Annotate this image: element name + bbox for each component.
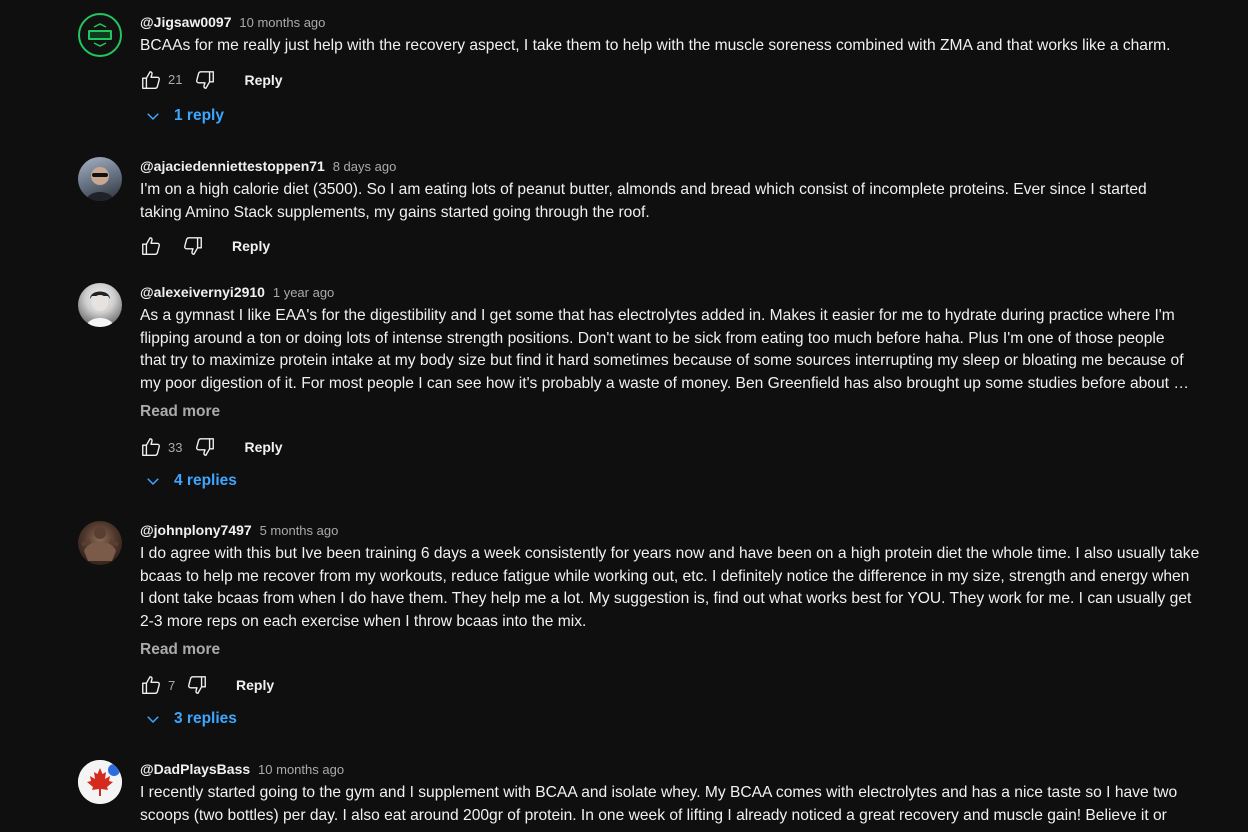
avatar[interactable] [78, 13, 122, 57]
comment-text: As a gymnast I like EAA's for the digest… [140, 307, 1189, 392]
dislike-button[interactable] [182, 235, 204, 257]
comment-text: I recently started going to the gym and … [140, 784, 1178, 824]
chevron-down-icon [147, 478, 159, 486]
reply-button[interactable]: Reply [244, 72, 282, 88]
like-button[interactable]: 7 [140, 674, 182, 696]
thumbs-down-icon [188, 676, 206, 694]
avatar[interactable] [78, 521, 122, 565]
comment-actions: 33 Reply [140, 435, 1215, 459]
thumbs-down-icon [196, 438, 215, 456]
avatar[interactable] [78, 283, 122, 327]
comment-actions: Reply [140, 234, 1215, 258]
avatar[interactable] [78, 157, 122, 201]
thumbs-up-icon [142, 70, 160, 89]
thumbs-down-icon [196, 70, 215, 89]
comment-header: @DadPlaysBass 10 months ago [140, 760, 1215, 779]
thumbs-up-icon [142, 676, 160, 694]
like-count: 21 [168, 72, 183, 87]
user-photo-icon [81, 527, 119, 561]
author-name[interactable]: @ajaciedenniettestoppen71 [140, 158, 325, 174]
like-button[interactable]: 21 [140, 69, 182, 91]
jigsaw-logo-icon [88, 23, 112, 47]
comment-header: @johnplony7497 5 months ago [140, 521, 1215, 540]
like-button[interactable] [140, 235, 182, 257]
like-button[interactable]: 33 [140, 436, 182, 458]
comment-timestamp[interactable]: 10 months ago [258, 762, 344, 777]
reply-button[interactable]: Reply [236, 677, 274, 693]
chevron-down-icon [147, 113, 159, 121]
like-count: 33 [168, 439, 183, 455]
author-name[interactable]: @Jigsaw0097 [140, 14, 232, 30]
user-photo-icon [86, 167, 114, 201]
comment-header: @alexeivernyi2910 1 year ago [140, 283, 1215, 302]
author-name[interactable]: @johnplony7497 [140, 522, 252, 538]
comment-text: I'm on a high calorie diet (3500). So I … [140, 181, 1147, 221]
comment-text: BCAAs for me really just help with the r… [140, 37, 1171, 54]
thumbs-up-icon [142, 237, 160, 255]
comment-actions: 21 Reply [140, 68, 1215, 92]
thumbs-down-icon [184, 237, 202, 255]
view-replies-button[interactable]: 3 replies [144, 710, 237, 728]
view-replies-button[interactable]: 1 reply [144, 107, 224, 125]
comment-text: I do agree with this but Ive been traini… [140, 545, 1200, 630]
comment-timestamp[interactable]: 5 months ago [260, 523, 339, 538]
author-name[interactable]: @alexeivernyi2910 [140, 284, 265, 300]
thumbs-up-icon [142, 438, 160, 456]
read-more-link[interactable]: Read more [140, 639, 1215, 661]
reply-button[interactable]: Reply [244, 439, 282, 455]
comment-actions: 7 Reply [140, 673, 1215, 697]
replies-count: 3 replies [174, 710, 237, 727]
maple-leaf-icon [78, 760, 122, 804]
replies-count: 1 reply [174, 107, 224, 124]
like-count: 7 [168, 677, 176, 693]
reply-button[interactable]: Reply [232, 238, 270, 254]
author-name[interactable]: @DadPlaysBass [140, 761, 250, 777]
dislike-button[interactable] [194, 436, 216, 458]
dislike-button[interactable] [186, 674, 208, 696]
comment-header: @Jigsaw0097 10 months ago [140, 13, 1215, 32]
user-photo-icon [86, 291, 114, 327]
dislike-button[interactable] [194, 69, 216, 91]
read-more-link[interactable]: Read more [140, 401, 1215, 423]
comment-header: @ajaciedenniettestoppen71 8 days ago [140, 157, 1215, 176]
comment-timestamp[interactable]: 8 days ago [333, 159, 397, 174]
replies-count: 4 replies [174, 472, 237, 489]
comment-timestamp[interactable]: 10 months ago [239, 15, 325, 30]
view-replies-button[interactable]: 4 replies [144, 472, 237, 490]
comment-timestamp[interactable]: 1 year ago [273, 285, 334, 300]
avatar[interactable] [78, 760, 122, 804]
chevron-down-icon [147, 716, 159, 724]
